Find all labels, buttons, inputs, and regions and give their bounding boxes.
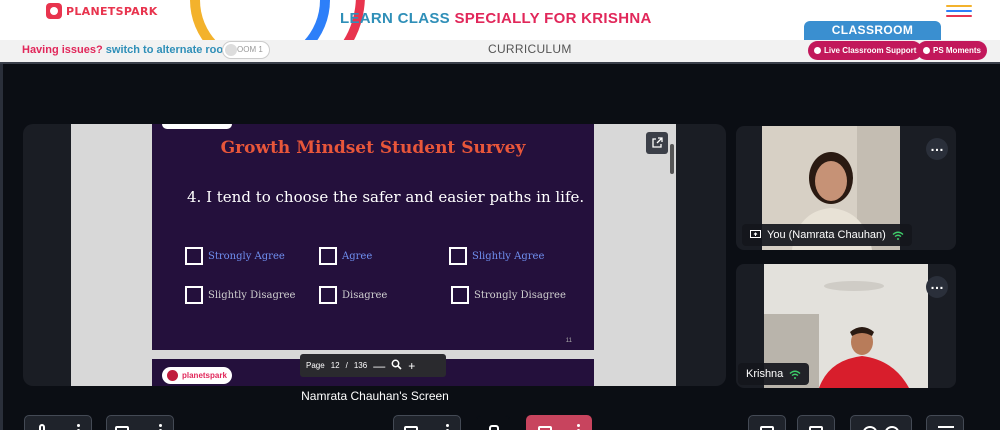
whiteboard-icon <box>809 426 823 430</box>
chat-icon <box>760 426 774 430</box>
option-label: Agree <box>342 250 373 262</box>
share-options-icon[interactable] <box>446 424 449 427</box>
logo-text: PLANETSPARK <box>66 4 158 18</box>
option-label: Strongly Disagree <box>474 289 566 301</box>
option-agree[interactable]: Agree <box>319 247 372 265</box>
camera-control[interactable] <box>106 415 174 430</box>
leave-options-icon[interactable] <box>577 424 580 427</box>
microphone-icon <box>39 424 45 430</box>
option-label: Slightly Agree <box>472 250 545 262</box>
checkbox-icon <box>319 286 337 304</box>
microphone-control[interactable] <box>24 415 92 430</box>
stage-frame <box>0 64 3 430</box>
page-separator: / <box>345 361 348 370</box>
zoom-in-button[interactable]: + <box>408 360 415 372</box>
camera-icon <box>115 426 129 430</box>
live-support-button[interactable]: Live Classroom Support <box>808 41 923 60</box>
option-slightly-disagree[interactable]: Slightly Disagree <box>185 286 295 304</box>
option-strongly-disagree[interactable]: Strongly Disagree <box>451 286 566 304</box>
chat-button[interactable] <box>748 415 786 430</box>
heading-prefix: LEARN CLASS <box>340 10 455 27</box>
raise-hand-button[interactable] <box>476 415 510 430</box>
next-slide-logo: planetspark <box>162 367 232 384</box>
checkbox-icon <box>451 286 469 304</box>
checkbox-icon <box>449 247 467 265</box>
ps-moments-label: PS Moments <box>933 46 982 55</box>
page-navigator: Page 12 / 136 — + <box>300 354 446 377</box>
checkbox-icon <box>185 286 203 304</box>
app-root: PLANETSPARK LEARN CLASS SPECIALLY FOR KR… <box>0 0 1000 430</box>
menu-icon <box>938 426 954 428</box>
top-header: PLANETSPARK LEARN CLASS SPECIALLY FOR KR… <box>0 0 1000 40</box>
survey-question: 4. I tend to choose the safer and easier… <box>187 188 585 206</box>
participant-name: You (Namrata Chauhan) <box>767 229 886 241</box>
option-slightly-agree[interactable]: Slightly Agree <box>449 247 544 265</box>
moments-icon <box>923 47 930 54</box>
switch-room-link[interactable]: switch to alternate room <box>106 44 233 56</box>
total-pages: 136 <box>353 361 368 370</box>
classroom-stage: Growth Mindset Student Survey 4. I tend … <box>0 62 1000 430</box>
shared-screen-panel: Growth Mindset Student Survey 4. I tend … <box>23 124 726 386</box>
hamburger-menu-icon[interactable] <box>946 5 972 19</box>
support-icon <box>814 47 821 54</box>
tile-more-icon[interactable]: … <box>926 276 948 298</box>
room-toggle-label: OOM 1 <box>237 45 263 54</box>
option-label: Disagree <box>342 289 388 301</box>
option-label: Slightly Disagree <box>208 289 296 301</box>
participants-icon <box>863 426 877 430</box>
issues-text: Having issues? <box>22 44 103 56</box>
tile-more-icon[interactable]: … <box>926 138 948 160</box>
participant-name-tag: You (Namrata Chauhan) <box>742 224 912 246</box>
whiteboard-button[interactable] <box>797 415 835 430</box>
participants-button[interactable] <box>850 415 912 430</box>
slide-title: Growth Mindset Student Survey <box>220 138 526 158</box>
menu-button[interactable] <box>926 415 964 430</box>
slide-page-number: 11 <box>565 338 572 344</box>
raise-hand-icon <box>489 425 499 430</box>
classroom-tab[interactable]: CLASSROOM <box>804 21 941 40</box>
option-label: Strongly Agree <box>208 250 285 262</box>
checkbox-icon <box>319 247 337 265</box>
presentation-slide: Growth Mindset Student Survey 4. I tend … <box>152 124 594 350</box>
screen-scrollbar[interactable] <box>670 144 674 174</box>
live-support-label: Live Classroom Support <box>824 46 917 55</box>
popout-icon[interactable] <box>646 132 668 154</box>
option-strongly-agree[interactable]: Strongly Agree <box>185 247 285 265</box>
issues-notice: Having issues? switch to alternate room <box>22 44 233 56</box>
camera-options-icon[interactable] <box>159 424 162 427</box>
zoom-search-icon[interactable] <box>391 359 402 372</box>
leave-icon <box>538 426 552 430</box>
shared-screen-area: Growth Mindset Student Survey 4. I tend … <box>71 124 676 386</box>
checkbox-icon <box>185 247 203 265</box>
screen-caption: Namrata Chauhan's Screen <box>301 389 449 403</box>
screen-share-icon <box>750 230 761 238</box>
sub-toolbar: Having issues? switch to alternate room … <box>0 40 1000 62</box>
zoom-out-button[interactable]: — <box>373 360 385 372</box>
participant-name-tag: Krishna <box>738 363 810 385</box>
curriculum-link[interactable]: CURRICULUM <box>488 42 572 56</box>
leave-control[interactable] <box>526 415 592 430</box>
option-disagree[interactable]: Disagree <box>319 286 387 304</box>
room-toggle-knob <box>225 44 237 56</box>
heading-suffix: SPECIALLY FOR KRISHNA <box>454 10 652 27</box>
planetspark-logo[interactable]: PLANETSPARK <box>46 3 158 19</box>
screen-share-control[interactable] <box>393 415 461 430</box>
participant-tile-krishna[interactable]: … Krishna <box>736 264 956 388</box>
wifi-icon <box>789 370 801 379</box>
screen-share-icon <box>404 426 418 430</box>
current-page-input[interactable]: 12 <box>331 361 340 370</box>
mic-options-icon[interactable] <box>77 424 80 427</box>
participant-name: Krishna <box>746 368 784 380</box>
page-heading: LEARN CLASS SPECIALLY FOR KRISHNA <box>340 10 652 27</box>
participant-tile-self[interactable]: … You (Namrata Chauhan) <box>736 126 956 250</box>
room-toggle[interactable]: OOM 1 <box>222 41 270 59</box>
slide-tab <box>162 124 232 129</box>
planetspark-logo-icon <box>46 3 62 19</box>
ps-moments-button[interactable]: PS Moments <box>917 41 988 60</box>
wifi-icon <box>892 231 904 240</box>
participants-icon-2 <box>885 426 899 430</box>
page-label: Page <box>306 361 325 370</box>
